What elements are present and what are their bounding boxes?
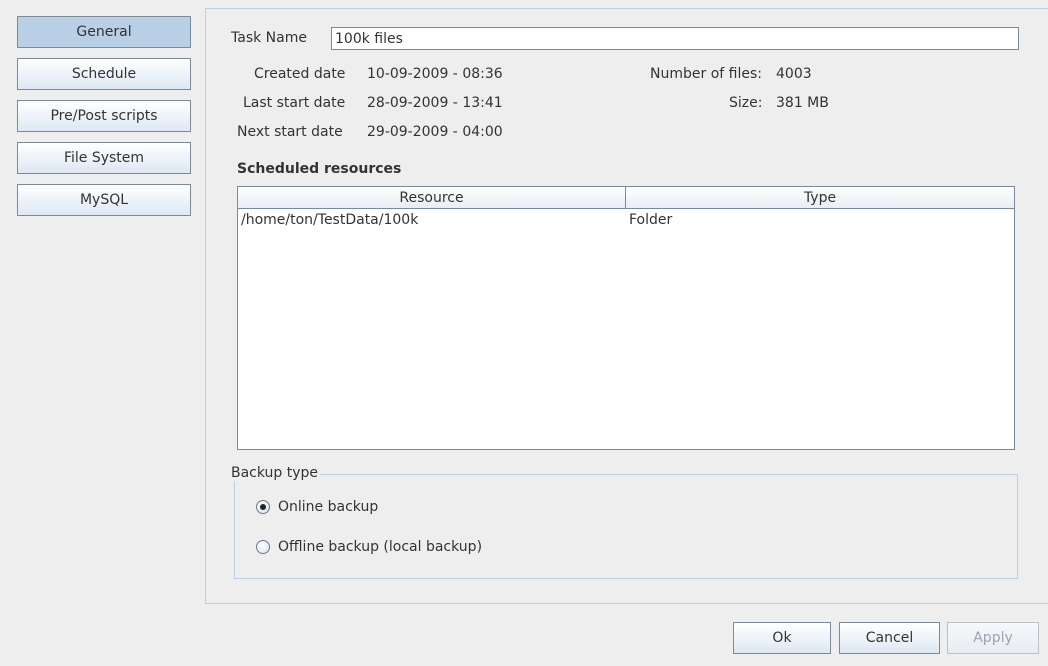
sidebar-item-general[interactable]: General bbox=[17, 16, 191, 48]
offline-backup-option[interactable]: Offline backup (local backup) bbox=[256, 539, 482, 555]
table-row[interactable]: /home/ton/TestData/100k Folder bbox=[238, 209, 1014, 231]
offline-backup-label: Offline backup (local backup) bbox=[278, 539, 483, 555]
radio-selected-dot bbox=[260, 504, 266, 510]
sidebar-item-label: Schedule bbox=[71, 66, 137, 82]
ok-button-label: Ok bbox=[772, 630, 792, 646]
created-date-value: 10-09-2009 - 08:36 bbox=[367, 66, 503, 82]
size-label: Size: bbox=[729, 95, 763, 111]
number-of-files-label: Number of files: bbox=[650, 66, 762, 82]
scheduled-resources-title: Scheduled resources bbox=[237, 161, 402, 177]
cancel-button-label: Cancel bbox=[865, 630, 914, 646]
resources-table[interactable]: Resource Type /home/ton/TestData/100k Fo… bbox=[237, 186, 1015, 450]
column-header-type[interactable]: Type bbox=[626, 187, 1014, 208]
sidebar-item-label: General bbox=[76, 24, 132, 40]
backup-type-legend: Backup type bbox=[229, 465, 321, 481]
offline-backup-radio[interactable] bbox=[256, 540, 270, 554]
resource-type-cell: Folder bbox=[629, 212, 673, 228]
online-backup-option[interactable]: Online backup bbox=[256, 499, 378, 515]
cancel-button[interactable]: Cancel bbox=[839, 622, 940, 654]
next-start-date-label: Next start date bbox=[237, 124, 343, 140]
sidebar-item-file-system[interactable]: File System bbox=[17, 142, 191, 174]
sidebar-item-label: MySQL bbox=[79, 192, 129, 208]
online-backup-label: Online backup bbox=[278, 499, 379, 515]
number-of-files-value: 4003 bbox=[776, 66, 812, 82]
online-backup-radio[interactable] bbox=[256, 500, 270, 514]
task-name-label: Task Name bbox=[231, 30, 307, 46]
next-start-date-value: 29-09-2009 - 04:00 bbox=[367, 124, 503, 140]
sidebar-item-schedule[interactable]: Schedule bbox=[17, 58, 191, 90]
task-name-input[interactable] bbox=[331, 27, 1019, 50]
size-value: 381 MB bbox=[776, 95, 829, 111]
sidebar-item-pre-post-scripts[interactable]: Pre/Post scripts bbox=[17, 100, 191, 132]
sidebar-item-label: File System bbox=[63, 150, 145, 166]
sidebar-item-mysql[interactable]: MySQL bbox=[17, 184, 191, 216]
created-date-label: Created date bbox=[254, 66, 346, 82]
apply-button[interactable]: Apply bbox=[947, 622, 1039, 654]
ok-button[interactable]: Ok bbox=[733, 622, 831, 654]
sidebar-item-label: Pre/Post scripts bbox=[50, 108, 158, 124]
resource-path-cell: /home/ton/TestData/100k bbox=[241, 212, 419, 228]
last-start-date-value: 28-09-2009 - 13:41 bbox=[367, 95, 503, 111]
last-start-date-label: Last start date bbox=[243, 95, 346, 111]
apply-button-label: Apply bbox=[973, 630, 1013, 646]
backup-type-group bbox=[234, 474, 1018, 579]
column-header-resource[interactable]: Resource bbox=[238, 187, 626, 208]
table-header: Resource Type bbox=[238, 187, 1014, 209]
